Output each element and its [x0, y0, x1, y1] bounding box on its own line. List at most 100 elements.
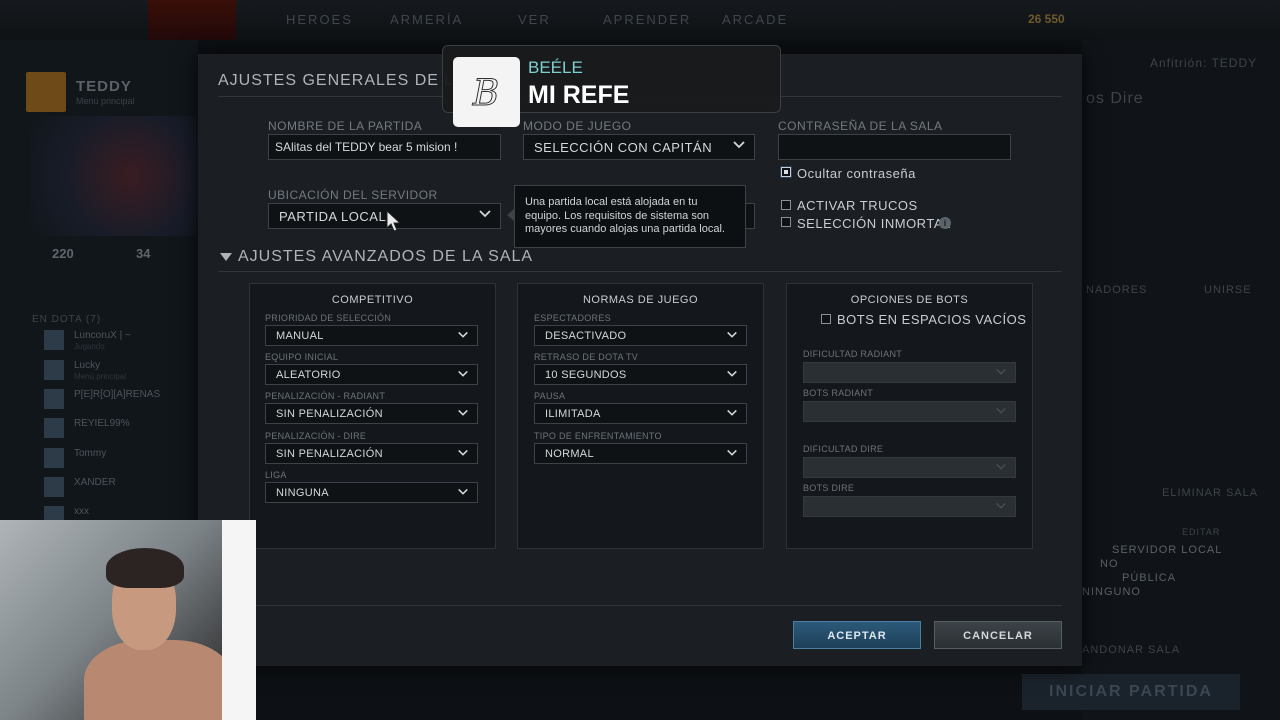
album-art-thumbnail: B	[453, 57, 520, 127]
series-type-dropdown[interactable]: NORMAL	[534, 443, 747, 464]
cheats-label: ACTIVAR TRUCOS	[797, 198, 918, 213]
game-mode-label: MODO DE JUEGO	[523, 119, 632, 133]
dotatv-delay-dropdown[interactable]: 10 SEGUNDOS	[534, 364, 747, 385]
game-mode-dropdown[interactable]: SELECCIÓN CON CAPITÁN	[523, 134, 755, 160]
player-name: TEDDY	[76, 78, 132, 95]
bot-options-title: OPCIONES DE BOTS	[850, 294, 969, 306]
friend-item[interactable]: LuncoruX | ~ Jugando	[44, 330, 194, 354]
player-status: Menú principal	[76, 96, 135, 106]
dropdown-value: ALEATORIO	[276, 369, 341, 381]
dropdown-value: DESACTIVADO	[545, 330, 627, 342]
friend-item[interactable]: Lucky Menú principal	[44, 360, 194, 384]
game-rules-title: NORMAS DE JUEGO	[582, 294, 699, 306]
delete-lobby-button[interactable]: ELIMINAR SALA	[1162, 487, 1258, 499]
avatar	[44, 477, 64, 497]
accept-button[interactable]: ACEPTAR	[793, 621, 921, 649]
starting-team-dropdown[interactable]: ALEATORIO	[265, 364, 478, 385]
avatar	[44, 330, 64, 350]
now-playing-notification: B BEÉLE MI REFE	[442, 45, 781, 127]
game-name-label: NOMBRE DE LA PARTIDA	[268, 119, 423, 133]
avatar	[44, 389, 64, 409]
game-name-input[interactable]: SAlitas del TEDDY bear 5 mision !	[268, 134, 501, 160]
pause-dropdown[interactable]: ILIMITADA	[534, 403, 747, 424]
friends-header[interactable]: EN DOTA (7)	[32, 314, 101, 325]
radiant-bots-dropdown[interactable]	[803, 401, 1016, 422]
dropdown-value: NORMAL	[545, 448, 594, 460]
dropdown-value: MANUAL	[276, 330, 324, 342]
chevron-down-icon	[458, 370, 468, 377]
server-location-tooltip: Una partida local está alojada en tu equ…	[507, 185, 746, 248]
immortal-draft-checkbox[interactable]	[781, 217, 791, 227]
cancel-button[interactable]: CANCELAR	[934, 621, 1062, 649]
webcam-background-wall	[222, 520, 256, 720]
pick-priority-dropdown[interactable]: MANUAL	[265, 325, 478, 346]
penalty-radiant-dropdown[interactable]: SIN PENALIZACIÓN	[265, 403, 478, 424]
friend-item[interactable]: XANDER	[44, 477, 194, 501]
nav-heroes[interactable]: HEROES	[286, 12, 353, 27]
password-input[interactable]	[778, 134, 1011, 160]
friend-name: REYIEL99%	[74, 418, 130, 429]
radiant-difficulty-dropdown[interactable]	[803, 362, 1016, 383]
start-game-button[interactable]: INICIAR PARTIDA	[1022, 674, 1240, 710]
league-value: NINGUNO	[1082, 586, 1141, 598]
starting-team-label: EQUIPO INICIAL	[265, 352, 339, 362]
friend-item[interactable]: Tommy	[44, 448, 194, 472]
chevron-down-icon	[458, 488, 468, 495]
nav-watch[interactable]: VER	[518, 12, 551, 27]
chevron-down-icon	[479, 210, 491, 218]
friend-name: xxx	[74, 506, 89, 517]
avatar[interactable]	[26, 72, 66, 112]
server-location-label: UBICACIÓN DEL SERVIDOR	[268, 188, 438, 202]
lobby-side-panel	[1082, 40, 1280, 720]
league-label: LIGA	[265, 470, 287, 480]
avatar	[44, 418, 64, 438]
spectators-label: ESPECTADORES	[534, 313, 611, 323]
nav-armory[interactable]: ARMERÍA	[390, 12, 463, 27]
penalty-radiant-label: PENALIZACIÓN - RADIANT	[265, 391, 386, 401]
edit-button[interactable]: EDITAR	[1182, 527, 1220, 537]
fill-bots-checkbox[interactable]	[821, 314, 831, 324]
advanced-settings-title[interactable]: AJUSTES AVANZADOS DE LA SALA	[238, 248, 533, 266]
friend-name: Lucky	[74, 360, 101, 371]
nav-arcade[interactable]: ARCADE	[722, 12, 788, 27]
chevron-down-icon	[458, 449, 468, 456]
webcam-feed	[0, 520, 256, 720]
spectators-dropdown[interactable]: DESACTIVADO	[534, 325, 747, 346]
league-dropdown[interactable]: NINGUNA	[265, 482, 478, 503]
nav-learn[interactable]: APRENDER	[603, 12, 691, 27]
dropdown-value: ILIMITADA	[545, 408, 601, 420]
dropdown-value: SIN PENALIZACIÓN	[276, 448, 383, 460]
dire-bots-dropdown[interactable]	[803, 496, 1016, 517]
radiant-bots-label: BOTS RADIANT	[803, 388, 874, 398]
info-icon[interactable]: i	[939, 217, 951, 229]
mouse-cursor-icon	[386, 210, 402, 232]
competitive-title: COMPETITIVO	[331, 294, 414, 306]
game-mode-value: SELECCIÓN CON CAPITÁN	[534, 140, 713, 155]
password-label: CONTRASEÑA DE LA SALA	[778, 119, 943, 133]
friend-item[interactable]: REYIEL99%	[44, 418, 194, 442]
abandon-lobby-button[interactable]: ANDONAR SALA	[1082, 644, 1180, 656]
chevron-down-icon	[996, 407, 1006, 414]
dire-bots-label: BOTS DIRE	[803, 483, 855, 493]
lobby-host: Anfitrión: TEDDY	[1150, 56, 1258, 70]
cheats-checkbox[interactable]	[781, 200, 791, 210]
dire-difficulty-dropdown[interactable]	[803, 457, 1016, 478]
divider	[218, 605, 1062, 606]
join-button[interactable]: UNIRSE	[1204, 284, 1252, 296]
chevron-down-icon	[458, 331, 468, 338]
friend-status: Jugando	[74, 342, 105, 351]
chevron-down-icon	[727, 370, 737, 377]
dotatv-delay-label: RETRASO DE DOTA TV	[534, 352, 639, 362]
dota-logo-button[interactable]	[148, 0, 236, 40]
album-logo-icon: B	[471, 73, 499, 115]
hide-password-checkbox[interactable]	[781, 167, 791, 177]
penalty-dire-dropdown[interactable]: SIN PENALIZACIÓN	[265, 443, 478, 464]
friend-item[interactable]: P[E]R[O][A]RENAS	[44, 389, 194, 413]
chevron-down-icon	[996, 368, 1006, 375]
server-location-dropdown[interactable]: PARTIDA LOCAL	[268, 203, 501, 229]
chevron-down-icon	[727, 449, 737, 456]
collapse-triangle-icon[interactable]	[220, 253, 232, 261]
dropdown-value: NINGUNA	[276, 487, 329, 499]
chevron-down-icon	[996, 463, 1006, 470]
artist-name: BEÉLE	[528, 58, 583, 77]
